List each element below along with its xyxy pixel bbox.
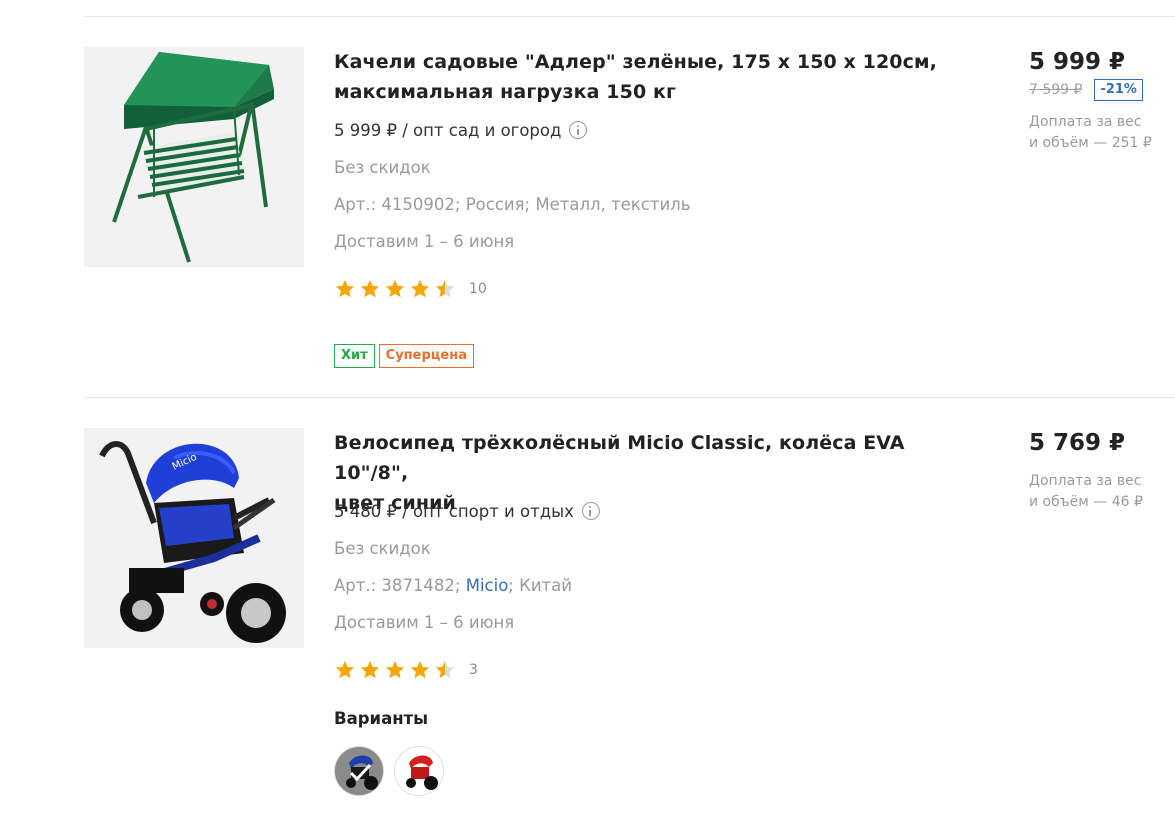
badge-superprice: Суперцена xyxy=(378,344,474,368)
star-icon xyxy=(335,660,355,679)
current-price: 5 999 ₽ xyxy=(1029,49,1126,75)
article-suffix: ; Китай xyxy=(508,576,572,595)
badge-hit: Хит xyxy=(334,344,375,368)
star-icon xyxy=(360,660,380,679)
discount-note: Без скидок xyxy=(334,158,431,177)
delivery-info: Доставим 1 – 6 июня xyxy=(334,232,515,251)
surcharge-line-2: и объём — 251 ₽ xyxy=(1029,135,1152,151)
product-image[interactable]: Micio xyxy=(84,428,304,648)
product-title-line-2: максимальная нагрузка 150 кг xyxy=(334,81,676,103)
surcharge-line-2: и объём — 46 ₽ xyxy=(1029,494,1143,510)
delivery-info: Доставим 1 – 6 июня xyxy=(334,613,515,632)
surcharge-note: Доплата за вес и объём — 251 ₽ xyxy=(1029,112,1175,154)
wholesale-price: 5 999 ₽ / опт сад и огород xyxy=(334,121,562,140)
discount-badge: -21% xyxy=(1094,79,1143,101)
product-title[interactable]: Качели садовые "Адлер" зелёные, 175 x 15… xyxy=(334,47,937,107)
product-title-line-1: Велосипед трёхколёсный Micio Classic, ко… xyxy=(334,432,905,484)
surcharge-line-1: Доплата за вес xyxy=(1029,473,1142,489)
variant-red[interactable] xyxy=(394,746,444,796)
price-box: 5 769 ₽ Доплата за вес и объём — 46 ₽ xyxy=(1029,428,1175,513)
star-icon xyxy=(385,660,405,679)
badges: Хит Суперцена xyxy=(334,344,474,368)
wholesale-price: 5 480 ₽ / опт спорт и отдых xyxy=(334,502,574,521)
old-price: 7 599 ₽ xyxy=(1029,82,1083,98)
product-title-line-1: Качели садовые "Адлер" зелёные, 175 x 15… xyxy=(334,51,937,73)
product-divider xyxy=(84,397,1175,398)
price-box: 5 999 ₽ 7 599 ₽ -21% Доплата за вес и об… xyxy=(1029,47,1175,154)
check-icon xyxy=(349,763,372,782)
surcharge-line-1: Доплата за вес xyxy=(1029,114,1142,130)
wholesale-price-line: 5 999 ₽ / опт сад и огород xyxy=(334,120,588,142)
info-icon[interactable] xyxy=(581,502,600,520)
star-icon xyxy=(435,660,455,679)
tricycle-thumb-icon xyxy=(395,747,443,795)
variant-blue[interactable] xyxy=(334,746,384,796)
rating-stars[interactable]: 3 xyxy=(334,659,478,681)
variants-label: Варианты xyxy=(334,709,429,728)
variant-list xyxy=(334,746,444,796)
star-icon xyxy=(335,279,355,298)
product-card: Micio Велосипед трёхколёсный Micio Class… xyxy=(84,428,1175,808)
garden-swing-icon xyxy=(112,52,274,263)
wholesale-price-line: 5 480 ₽ / опт спорт и отдых xyxy=(334,501,600,523)
brand-link[interactable]: Micio xyxy=(466,576,509,595)
rating-count[interactable]: 10 xyxy=(469,281,487,297)
surcharge-note: Доплата за вес и объём — 46 ₽ xyxy=(1029,471,1175,513)
star-icon xyxy=(385,279,405,298)
article-info: Арт.: 3871482; Micio; Китай xyxy=(334,575,572,597)
article-prefix: Арт.: 3871482; xyxy=(334,576,466,595)
star-icon xyxy=(410,279,430,298)
rating-count[interactable]: 3 xyxy=(469,662,478,678)
discount-note: Без скидок xyxy=(334,539,431,558)
star-icon xyxy=(360,279,380,298)
star-icon xyxy=(410,660,430,679)
tricycle-icon: Micio xyxy=(99,441,286,643)
star-icon xyxy=(435,279,455,298)
article-info: Арт.: 4150902; Россия; Металл, текстиль xyxy=(334,195,691,214)
rating-stars[interactable]: 10 xyxy=(334,278,487,300)
product-card: Качели садовые "Адлер" зелёные, 175 x 15… xyxy=(84,47,1175,377)
product-image[interactable] xyxy=(84,47,304,267)
top-divider xyxy=(84,16,1175,17)
info-icon[interactable] xyxy=(569,121,588,139)
current-price: 5 769 ₽ xyxy=(1029,430,1126,456)
